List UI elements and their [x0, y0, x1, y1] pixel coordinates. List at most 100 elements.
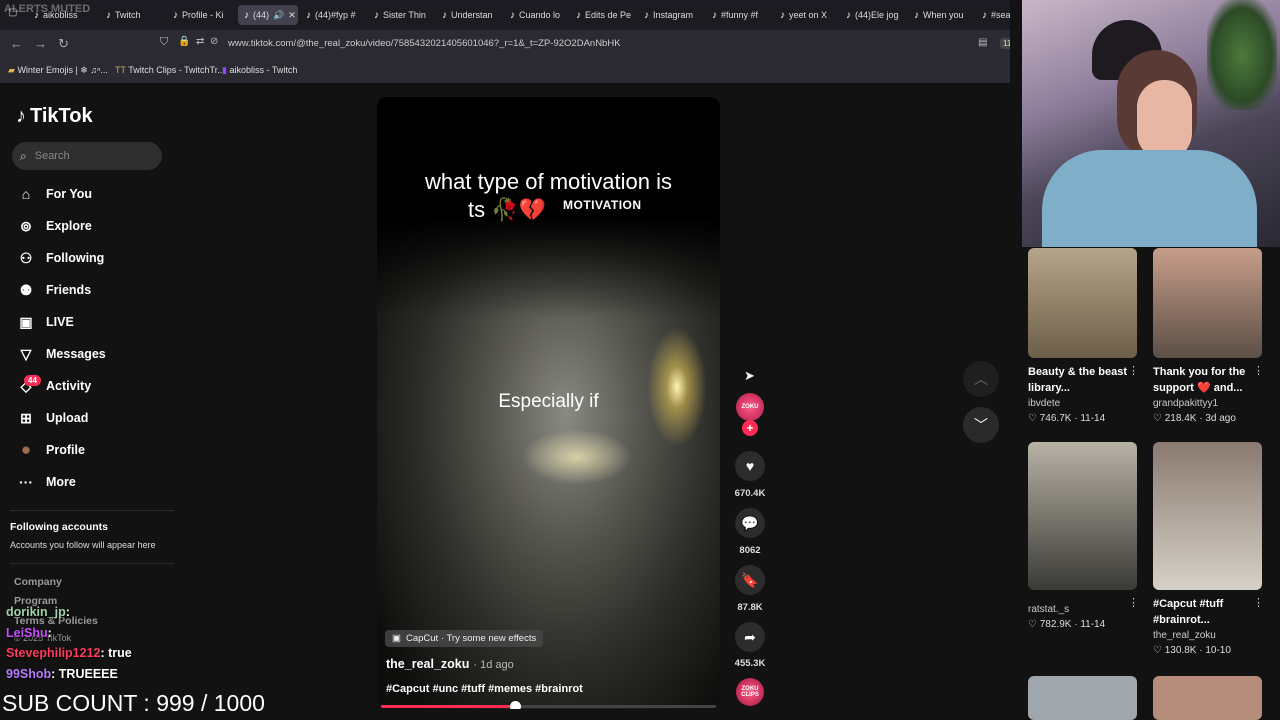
- url-text: www.tiktok.com/@the_real_zoku/video/7585…: [228, 38, 621, 49]
- progress-fill: [381, 705, 515, 708]
- related-video-title[interactable]: #Capcut #tuff #brainrot...: [1153, 596, 1263, 628]
- comment-count: 8062: [739, 545, 761, 556]
- sidebar-item-following[interactable]: ⚇ Following: [18, 247, 105, 269]
- related-video-thumbnail[interactable]: [1153, 248, 1262, 358]
- bookmarks-bar: ▰ Winter Emojis | ❄ ♫ⁿ... TT Twitch Clip…: [0, 58, 1022, 84]
- bookmark-winter-emojis[interactable]: ▰ Winter Emojis | ❄ ♫ⁿ...: [8, 65, 108, 76]
- streamer-hoodie: [1042, 150, 1257, 247]
- sidebar-item-profile[interactable]: ● Profile: [18, 439, 85, 461]
- related-video-title[interactable]: Beauty & the beast library...: [1028, 364, 1138, 396]
- chat-message: dorikin_jp:: [6, 605, 70, 619]
- tab-favicon-icon: ♪: [34, 9, 39, 21]
- browser-tab[interactable]: ♪ aikobliss: [34, 5, 78, 25]
- heart-icon: ♥: [745, 458, 755, 474]
- sidebar-item-live[interactable]: ▣ LIVE: [18, 311, 73, 333]
- browser-tab[interactable]: ♪ Profile - Ki: [173, 5, 224, 25]
- related-video-thumbnail[interactable]: [1028, 442, 1137, 590]
- video-author[interactable]: the_real_zoku · 1d ago: [386, 657, 514, 671]
- previous-video-button[interactable]: ︿: [963, 361, 999, 397]
- reader-view-icon[interactable]: ▤: [978, 37, 987, 48]
- tiktok-logo[interactable]: ♪ TikTok: [16, 105, 93, 128]
- browser-tab[interactable]: ♪ Edits de Pe: [576, 5, 631, 25]
- sidebar-item-messages[interactable]: ▽ Messages: [18, 343, 106, 365]
- more-options-icon[interactable]: ⋮: [1128, 364, 1139, 377]
- browser-tab[interactable]: ♪ #funny #f: [712, 5, 758, 25]
- sidebar-item-upload[interactable]: ⊞ Upload: [18, 407, 88, 429]
- related-video-thumbnail[interactable]: [1028, 248, 1137, 358]
- related-video-stats: ♡ 218.4K · 3d ago: [1153, 413, 1236, 424]
- browser-tab[interactable]: ♪ (44) 🔊 ✕: [238, 5, 298, 25]
- browser-tab[interactable]: ♪ yeet on X: [780, 5, 827, 25]
- posted-time: · 1d ago: [473, 659, 514, 671]
- browser-tab-bar: ▢ ALERTS MUTED ♪ aikobliss ♪ Twitch ♪ Profile…: [0, 0, 1022, 30]
- home-icon: ⌂: [21, 186, 31, 202]
- sidebar-item-for-you[interactable]: ⌂ For You: [18, 183, 92, 205]
- share-button[interactable]: ➦: [735, 622, 765, 652]
- related-video-stats: ♡ 130.8K · 10-10: [1153, 645, 1231, 656]
- progress-knob[interactable]: [510, 701, 521, 709]
- folder-icon: ▰: [8, 65, 15, 75]
- video-hashtags[interactable]: #Capcut #unc #tuff #memes #brainrot: [386, 683, 583, 695]
- tab-favicon-icon: ♪: [510, 9, 515, 21]
- browser-tab[interactable]: ♪ (44)Ele jog: [846, 5, 899, 25]
- browser-tab[interactable]: ♪ Twitch: [106, 5, 141, 25]
- related-video-author[interactable]: grandpakittyy1: [1153, 398, 1218, 409]
- streamer-face: [1137, 80, 1192, 160]
- url-bar[interactable]: www.tiktok.com/@the_real_zoku/video/7585…: [156, 34, 1024, 54]
- share-count: 455.3K: [734, 658, 766, 669]
- bookmark-aikobliss-twitch[interactable]: ▮ aikobliss - Twitch: [222, 65, 297, 76]
- browser-tab[interactable]: ♪ Understan: [442, 5, 493, 25]
- browser-tab[interactable]: ♪ (44)#fyp #: [306, 5, 356, 25]
- heart-outline-icon: ♡: [1153, 645, 1162, 656]
- related-video-author[interactable]: ibvdete: [1028, 398, 1060, 409]
- tiktok-note-icon: ♪: [16, 105, 26, 127]
- related-video-thumbnail[interactable]: [1153, 442, 1262, 590]
- related-video-thumbnail[interactable]: [1028, 676, 1137, 720]
- back-icon[interactable]: ←: [10, 36, 23, 51]
- chat-username: LeiShu: [6, 626, 48, 640]
- browser-tab[interactable]: ♪ Instagram: [644, 5, 693, 25]
- save-button[interactable]: 🔖: [735, 565, 765, 595]
- browser-tab[interactable]: ♪ When you: [914, 5, 964, 25]
- friends-icon: ⚉: [19, 281, 33, 298]
- streamer-webcam: [1022, 0, 1280, 247]
- christmas-tree: [1207, 0, 1277, 110]
- search-input[interactable]: ⌕ Search: [12, 142, 162, 170]
- related-video-stats: ♡ 782.9K · 11-14: [1028, 619, 1106, 630]
- bookmark-twitch-clips[interactable]: TT Twitch Clips - TwitchTr...: [115, 65, 225, 75]
- music-disc[interactable]: ZOKU CLIPS: [736, 678, 764, 706]
- capcut-effect-tag[interactable]: ▣ CapCut · Try some new effects: [385, 630, 544, 647]
- chat-message: LeiShu:: [6, 626, 52, 640]
- chat-username: Stevephilip1212: [6, 646, 101, 660]
- video-player[interactable]: what type of motivation is ts 🥀💔 MOTIVAT…: [377, 97, 720, 709]
- chat-text: true: [108, 646, 132, 660]
- tab-favicon-icon: ♪: [982, 9, 987, 21]
- twitch-icon: ▮: [222, 65, 227, 75]
- sidebar-item-friends[interactable]: ⚉ Friends: [18, 279, 91, 301]
- more-options-icon[interactable]: ⋮: [1253, 596, 1264, 609]
- next-video-button[interactable]: ﹀: [963, 407, 999, 443]
- browser-tab[interactable]: ♪ Cuando lo: [510, 5, 560, 25]
- like-button[interactable]: ♥: [735, 451, 765, 481]
- video-overlay-text: Especially if: [498, 391, 599, 412]
- comment-button[interactable]: 💬: [735, 508, 765, 538]
- tab-close-icon[interactable]: ✕: [288, 10, 296, 21]
- tab-audio-icon[interactable]: 🔊: [273, 10, 284, 21]
- more-options-icon[interactable]: ⋮: [1128, 596, 1139, 609]
- author-username[interactable]: the_real_zoku: [386, 657, 469, 671]
- follow-button[interactable]: +: [742, 420, 758, 436]
- footer-company-link[interactable]: Company: [14, 576, 62, 588]
- reload-icon[interactable]: ↻: [58, 36, 69, 52]
- browser-tab[interactable]: ♪ Sister Thin: [374, 5, 426, 25]
- more-options-icon[interactable]: ⋮: [1253, 364, 1264, 377]
- related-video-author[interactable]: ratstat._s: [1028, 604, 1069, 615]
- related-video-title[interactable]: Thank you for the support ❤️ and...: [1153, 364, 1263, 396]
- sidebar-item-more[interactable]: ··· More: [18, 471, 76, 493]
- sidebar-item-explore[interactable]: ⊚ Explore: [18, 215, 92, 237]
- creator-avatar[interactable]: ZOKU: [736, 393, 764, 421]
- related-video-author[interactable]: the_real_zoku: [1153, 630, 1216, 641]
- comment-icon: 💬: [741, 514, 759, 531]
- related-video-thumbnail[interactable]: [1153, 676, 1262, 720]
- forward-icon[interactable]: →: [34, 36, 47, 51]
- tab-favicon-icon: ♪: [106, 9, 111, 21]
